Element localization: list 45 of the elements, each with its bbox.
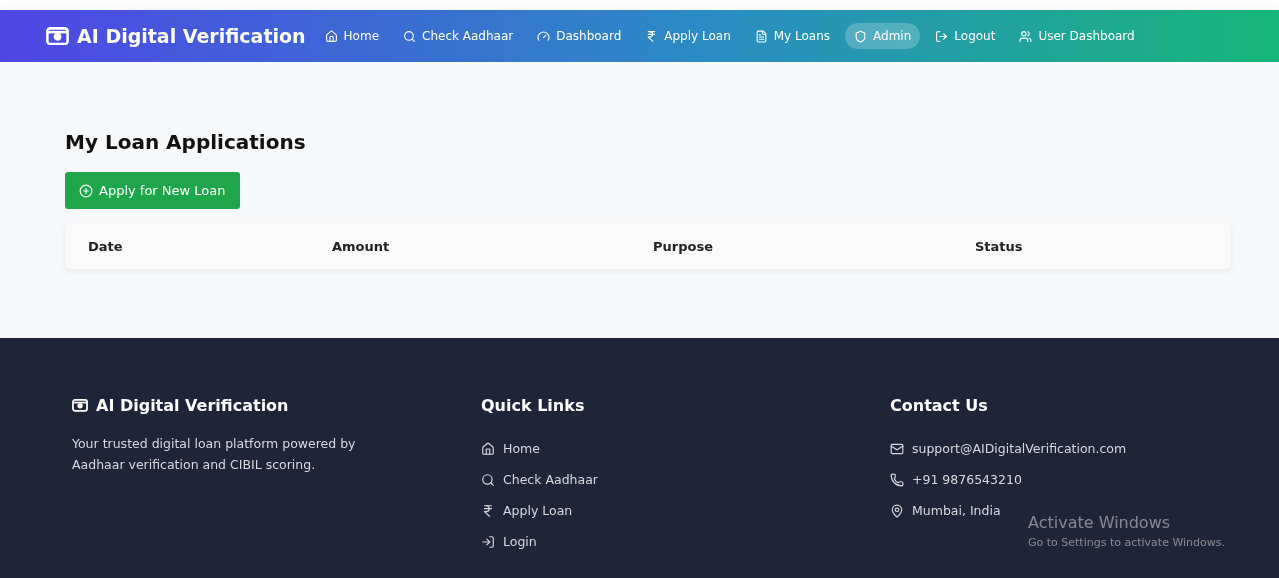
column-header: Amount	[332, 238, 391, 254]
apply-new-loan-button[interactable]: Apply for New Loan	[65, 172, 240, 209]
footer-link[interactable]: Login	[481, 526, 537, 557]
footer-brand: AI Digital Verification	[96, 396, 289, 415]
nav-link[interactable]: Check Aadhaar	[394, 23, 523, 49]
logo-icon	[46, 26, 69, 46]
column-header: Status	[975, 238, 1024, 254]
footer-link[interactable]: Apply Loan	[481, 495, 573, 526]
map-pin-icon	[890, 503, 904, 518]
nav-link[interactable]: User Dashboard	[1010, 23, 1144, 49]
activation-hint: Go to Settings to activate Windows.	[1028, 536, 1226, 549]
document-icon	[754, 29, 768, 43]
activation-title: Activate Windows	[1028, 513, 1172, 532]
brand-name: AI Digital Verification	[77, 25, 306, 47]
plus-circle-icon	[79, 183, 93, 198]
home-icon	[324, 29, 338, 43]
shield-icon	[854, 29, 868, 43]
contact-item: +91 9876543210	[890, 464, 1022, 495]
mail-icon	[890, 441, 904, 456]
nav-link[interactable]: Apply Loan	[636, 23, 740, 49]
home-icon	[481, 441, 495, 456]
footer-link[interactable]: Home	[481, 433, 540, 464]
logo-icon	[72, 399, 88, 412]
login-icon	[481, 534, 495, 549]
footer-description: Your trusted digital loan platform powered by Aadhaar verification and CIBIL scoring.	[72, 435, 357, 474]
nav-link[interactable]: Admin	[845, 23, 921, 49]
nav-link[interactable]: Home	[315, 23, 389, 49]
contact-heading: Contact Us	[890, 396, 989, 415]
quick-links-heading: Quick Links	[481, 396, 586, 415]
contact-item: Mumbai, India	[890, 495, 1001, 526]
rupee-icon	[481, 503, 495, 518]
page-title: My Loan Applications	[65, 130, 306, 154]
column-header: Date	[88, 238, 124, 254]
search-icon	[481, 472, 495, 487]
search-icon	[403, 29, 417, 43]
contact-item: support@AIDigitalVerification.com	[890, 433, 1127, 464]
users-icon	[1019, 29, 1033, 43]
logout-icon	[935, 29, 949, 43]
footer-link[interactable]: Check Aadhaar	[481, 464, 598, 495]
phone-icon	[890, 472, 904, 487]
nav-link[interactable]: Dashboard	[528, 23, 631, 49]
gauge-icon	[537, 29, 551, 43]
column-header: Purpose	[653, 238, 714, 254]
nav-link[interactable]: Logout	[926, 23, 1005, 49]
nav-link[interactable]: My Loans	[745, 23, 840, 49]
